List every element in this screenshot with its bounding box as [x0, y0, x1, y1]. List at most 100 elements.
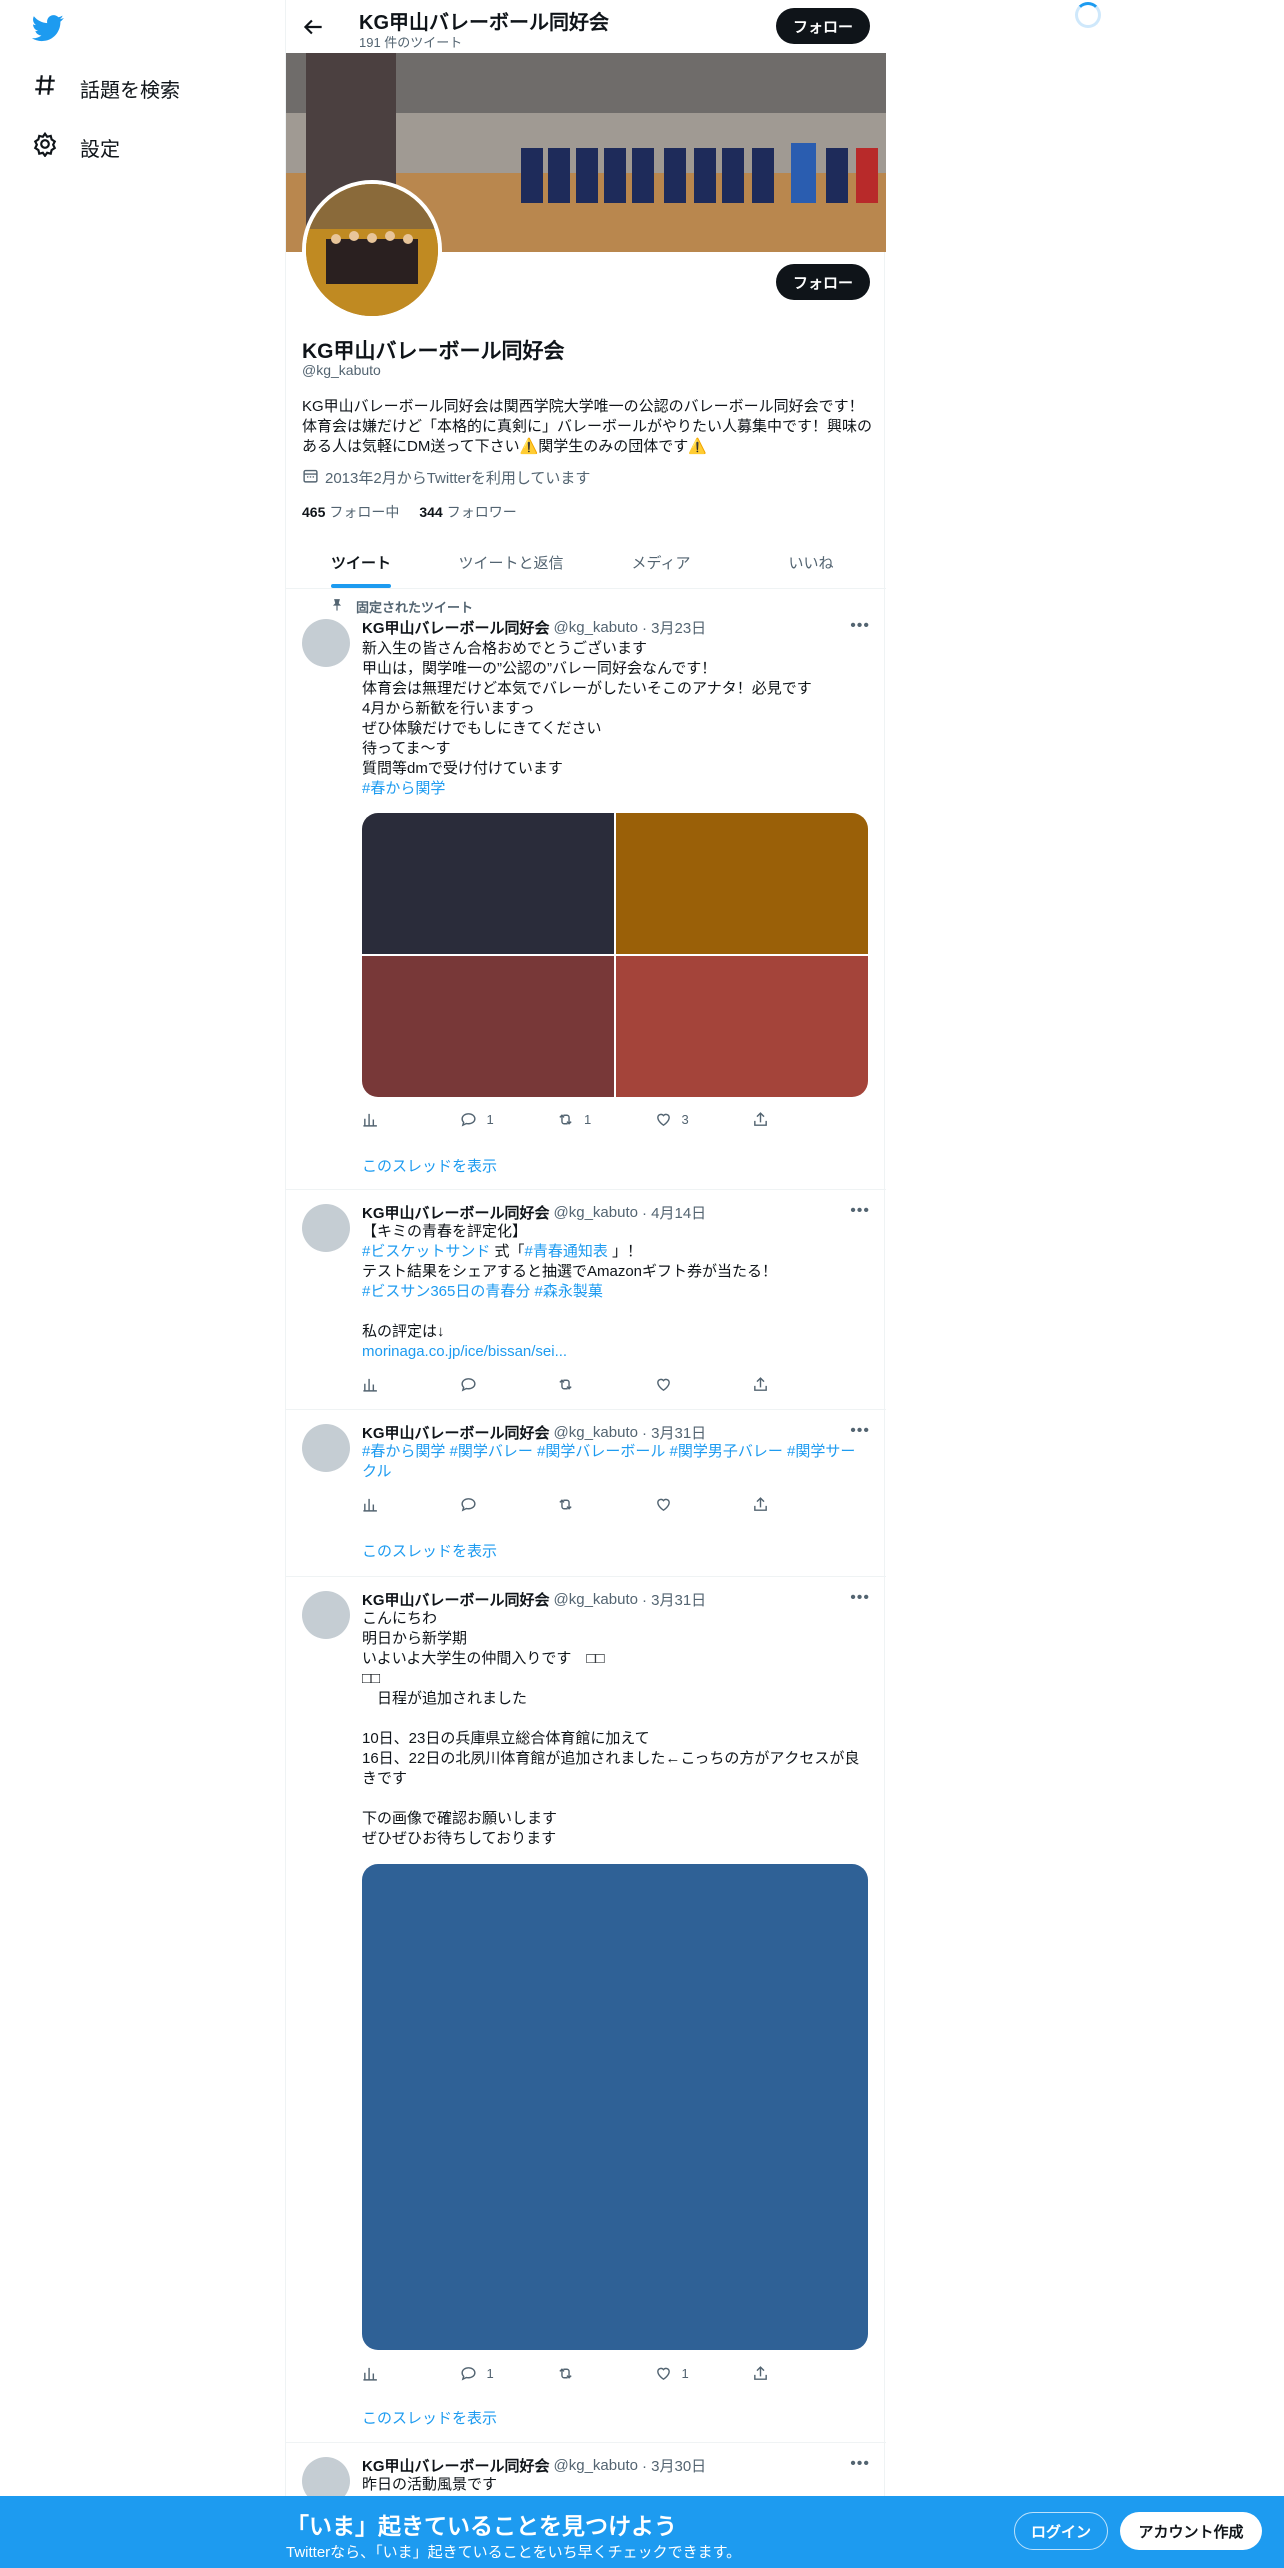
reply-button[interactable]: 1: [460, 1111, 500, 1128]
header-follow-button[interactable]: フォロー: [776, 8, 870, 44]
tab-media[interactable]: メディア: [586, 536, 736, 588]
share-icon: [754, 1496, 767, 1511]
show-thread-link[interactable]: このスレッドを表示: [362, 1155, 870, 1176]
nav-settings[interactable]: 設定: [32, 131, 120, 163]
tab-likes[interactable]: いいね: [736, 536, 886, 588]
analytics-button[interactable]: [362, 1496, 402, 1513]
analytics-icon: [363, 2367, 377, 2381]
tweet-header: KG甲山バレーボール同好会 @kg_kabuto · 3月23日: [362, 617, 870, 637]
share-button[interactable]: [752, 1111, 792, 1128]
tweet-text-line: 【キミの青春を評定化】: [362, 1223, 528, 1240]
analytics-button[interactable]: [362, 1376, 402, 1393]
tweet-image[interactable]: [616, 956, 868, 1097]
tab-tweets[interactable]: ツイート: [286, 536, 436, 588]
create-account-button[interactable]: アカウント作成: [1120, 2512, 1262, 2550]
heart-icon: [656, 1378, 670, 1391]
joined-date: 2013年2月からTwitterを利用しています: [325, 470, 591, 487]
tweet-author-handle[interactable]: @kg_kabuto: [554, 2457, 638, 2474]
profile-avatar[interactable]: [302, 180, 442, 320]
tweet-date[interactable]: · 4月14日: [642, 1202, 706, 1223]
tab-tweets-and-replies[interactable]: ツイートと返信: [436, 536, 586, 588]
tweet-avatar[interactable]: [302, 1424, 350, 1472]
analytics-icon: [363, 1113, 377, 1127]
tweet-hashtags[interactable]: #ビスサン365日の青春分 #森永製菓: [362, 1282, 870, 1302]
tweet-image[interactable]: [362, 956, 614, 1097]
share-button[interactable]: [752, 2365, 792, 2382]
tweet-actions: 1 1: [362, 2363, 792, 2383]
tweet-text: 昨日の活動風景です: [362, 2476, 498, 2493]
tweet-author-name[interactable]: KG甲山バレーボール同好会: [362, 2455, 550, 2476]
retweet-button[interactable]: 1: [557, 1111, 597, 1128]
like-button[interactable]: [655, 1496, 695, 1513]
login-button[interactable]: ログイン: [1014, 2512, 1108, 2550]
reply-icon: [460, 2366, 476, 2380]
pin-icon: [330, 598, 344, 615]
tweet-image-grid[interactable]: [362, 813, 868, 1097]
tweet-image[interactable]: [616, 813, 868, 954]
heart-icon: [656, 2367, 670, 2380]
profile-handle: @kg_kabuto: [302, 362, 381, 378]
reply-button[interactable]: [460, 1496, 500, 1513]
tweet-date[interactable]: · 3月31日: [642, 1589, 706, 1610]
more-options-icon[interactable]: •••: [850, 2455, 870, 2473]
reply-button[interactable]: [460, 1376, 500, 1393]
analytics-button[interactable]: [362, 2365, 402, 2382]
tweet-author-name[interactable]: KG甲山バレーボール同好会: [362, 617, 550, 638]
signup-prompt-bar: 「いま」起きていることを見つけよう Twitterなら、「いま」起きていることを…: [0, 2496, 1284, 2568]
reply-icon: [460, 1112, 476, 1126]
profile-follow-button[interactable]: フォロー: [776, 264, 870, 300]
retweet-button[interactable]: [557, 1376, 597, 1393]
more-options-icon[interactable]: •••: [850, 1202, 870, 1220]
profile-bio: KG甲山バレーボール同好会は関西学院大学唯一の公認のバレーボール同好会です！体育…: [302, 398, 873, 455]
show-thread-link[interactable]: このスレッドを表示: [362, 2407, 870, 2428]
back-arrow-icon[interactable]: [300, 14, 326, 40]
reply-button[interactable]: 1: [460, 2365, 500, 2382]
twitter-logo-icon[interactable]: [30, 12, 66, 44]
tweet-date[interactable]: · 3月31日: [642, 1422, 706, 1443]
more-options-icon[interactable]: •••: [850, 617, 870, 635]
show-thread-link[interactable]: このスレッドを表示: [362, 1540, 870, 1561]
retweet-button[interactable]: [557, 1496, 597, 1513]
tweet-avatar[interactable]: [302, 1204, 350, 1252]
tweet-author-name[interactable]: KG甲山バレーボール同好会: [362, 1202, 550, 1223]
analytics-button[interactable]: [362, 1111, 402, 1128]
tweet-date[interactable]: · 3月23日: [642, 617, 706, 638]
retweet-button[interactable]: [557, 2365, 597, 2382]
tweet-header: KG甲山バレーボール同好会 @kg_kabuto · 4月14日: [362, 1202, 870, 1222]
like-button[interactable]: 3: [655, 1111, 695, 1128]
tweet-date[interactable]: · 3月30日: [642, 2455, 706, 2476]
tweet-header: KG甲山バレーボール同好会 @kg_kabuto · 3月31日: [362, 1422, 870, 1442]
tweet-image[interactable]: [362, 1864, 868, 2350]
tweet-pinned[interactable]: 固定されたツイート KG甲山バレーボール同好会 @kg_kabuto · 3月2…: [286, 589, 886, 1190]
more-options-icon[interactable]: •••: [850, 1422, 870, 1440]
share-button[interactable]: [752, 1496, 792, 1513]
tweet-author-name[interactable]: KG甲山バレーボール同好会: [362, 1422, 550, 1443]
tweet-hashtag[interactable]: #春から関学: [362, 779, 870, 799]
tweet-text: 新入生の皆さん合格おめでとうございます 甲山は，関学唯一の”公認の”バレー同好会…: [362, 640, 812, 777]
signup-prompt-subtitle: Twitterなら、「いま」起きていることをいち早くチェックできます。: [286, 2544, 742, 2561]
tweet-author-handle[interactable]: @kg_kabuto: [554, 1424, 638, 1441]
tweet[interactable]: KG甲山バレーボール同好会 @kg_kabuto · 4月14日 ••• 【キミ…: [286, 1190, 886, 1410]
tweet-avatar[interactable]: [302, 1591, 350, 1639]
tweet[interactable]: KG甲山バレーボール同好会 @kg_kabuto · 3月31日 ••• こんに…: [286, 1577, 886, 2443]
tweet-author-handle[interactable]: @kg_kabuto: [554, 1204, 638, 1221]
retweet-icon: [559, 1498, 572, 1510]
following-link[interactable]: 465 フォロー中: [302, 502, 399, 522]
tweet-hashtag[interactable]: #ビスケットサンド: [362, 1243, 490, 1260]
tweet-author-name[interactable]: KG甲山バレーボール同好会: [362, 1589, 550, 1610]
tweet-avatar[interactable]: [302, 619, 350, 667]
nav-explore[interactable]: 話題を検索: [32, 72, 180, 104]
tweet-author-handle[interactable]: @kg_kabuto: [554, 1591, 638, 1608]
tweet-url[interactable]: morinaga.co.jp/ice/bissan/sei...: [362, 1342, 870, 1362]
tweet-image[interactable]: [362, 813, 614, 954]
followers-link[interactable]: 344 フォロワー: [419, 502, 516, 522]
tweet-author-handle[interactable]: @kg_kabuto: [554, 619, 638, 636]
like-button[interactable]: [655, 1376, 695, 1393]
tweet[interactable]: KG甲山バレーボール同好会 @kg_kabuto · 3月31日 ••• #春か…: [286, 1410, 886, 1577]
tweet-hashtag[interactable]: #青春通知表: [525, 1243, 608, 1260]
share-button[interactable]: [752, 1376, 792, 1393]
more-options-icon[interactable]: •••: [850, 1589, 870, 1607]
analytics-icon: [363, 1498, 377, 1512]
tweet-hashtags[interactable]: #春から関学 #関学バレー #関学バレーボール #関学男子バレー #関学サークル: [362, 1442, 870, 1482]
like-button[interactable]: 1: [655, 2365, 695, 2382]
